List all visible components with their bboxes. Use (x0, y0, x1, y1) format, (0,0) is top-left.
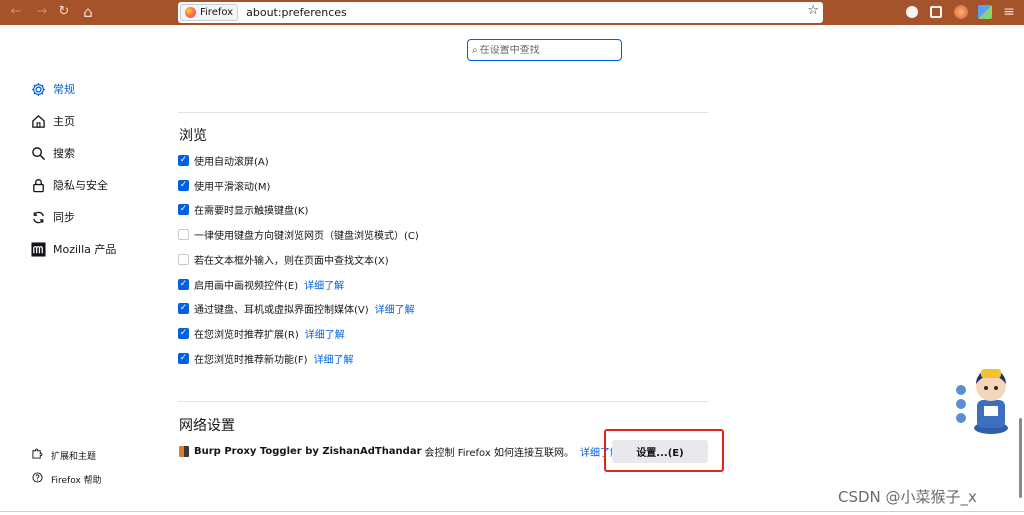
learn-more-link[interactable]: 详细了解 (375, 301, 415, 316)
mozilla-icon (30, 241, 46, 257)
checkbox-checked[interactable]: ✓ (178, 302, 189, 314)
watermark-text: CSDN @小菜猴子_x (838, 488, 977, 506)
url-text[interactable]: about:preferences (246, 6, 347, 19)
scrollbar-thumb[interactable] (1019, 418, 1022, 498)
search-icon (30, 145, 46, 161)
checkbox-label: 在需要时显示触摸键盘(K) (194, 205, 309, 217)
sidebar-item-home[interactable]: 主页 (30, 113, 75, 129)
sidebar-item-label: 主页 (53, 115, 75, 128)
sidebar-item-label: Mozilla 产品 (53, 243, 117, 256)
forward-icon[interactable]: → (33, 3, 51, 21)
reload-icon[interactable]: ↻ (55, 3, 73, 21)
sidebar-item-addons-themes[interactable]: 扩展和主题 (31, 448, 96, 462)
gear-icon (30, 81, 46, 97)
checkbox-unchecked[interactable] (178, 253, 189, 265)
checkbox-label: 若在文本框外输入，则在页面中查找文本(X) (194, 255, 389, 267)
firefox-logo-icon (185, 7, 196, 18)
checkbox-unchecked[interactable] (178, 228, 189, 240)
sidebar-item-label: Firefox 帮助 (51, 475, 102, 486)
browsing-option-row[interactable]: ✓ 通过键盘、耳机或虚拟界面控制媒体(V) 详细了解 (178, 301, 415, 316)
browsing-option-row[interactable]: 若在文本框外输入，则在页面中查找文本(X) (178, 252, 389, 267)
extension-name: Burp Proxy Toggler by ZishanAdThandar (194, 446, 422, 457)
browsing-option-row[interactable]: ✓ 在您浏览时推荐扩展(R) 详细了解 (178, 326, 345, 341)
checkbox-label: 在您浏览时推荐扩展(R) (194, 329, 299, 341)
sidebar-item-mozilla-products[interactable]: Mozilla 产品 (30, 241, 116, 257)
checkbox-checked[interactable]: ✓ (178, 352, 189, 364)
identity-box[interactable]: Firefox (180, 4, 239, 21)
menu-icon[interactable]: ≡ (1000, 3, 1018, 21)
url-bar[interactable]: Firefox about:preferences ☆ (178, 2, 823, 23)
connection-settings-button[interactable]: 设置...(E) (612, 440, 708, 463)
sidebar-item-general[interactable]: 常规 (30, 81, 75, 97)
browsing-option-row[interactable]: ✓ 使用平滑滚动(M) (178, 178, 271, 193)
lock-icon (30, 177, 46, 193)
checkbox-checked[interactable]: ✓ (178, 327, 189, 339)
sidebar-item-label: 常规 (53, 83, 75, 96)
checkbox-label: 通过键盘、耳机或虚拟界面控制媒体(V) (194, 304, 369, 316)
browsing-option-row[interactable]: ✓ 在您浏览时推荐新功能(F) 详细了解 (178, 351, 354, 366)
sidebar-item-search[interactable]: 搜索 (30, 145, 75, 161)
back-icon[interactable]: ← (7, 3, 25, 21)
network-heading: 网络设置 (179, 418, 235, 434)
checkbox-label: 一律使用键盘方向键浏览网页（键盘浏览模式）(C) (194, 230, 419, 242)
crop-icon[interactable] (930, 6, 942, 18)
checkbox-label: 使用平滑滚动(M) (194, 181, 271, 193)
identity-label: Firefox (200, 7, 234, 18)
home-icon (30, 113, 46, 129)
sidebar-item-label: 同步 (53, 211, 75, 224)
checkbox-checked[interactable]: ✓ (178, 154, 189, 166)
section-divider (178, 401, 708, 402)
mascot-image (955, 364, 1017, 436)
network-extension-notice: Burp Proxy Toggler by ZishanAdThandar 会控… (179, 444, 620, 459)
section-divider (178, 112, 708, 113)
checkbox-label: 使用自动滚屏(A) (194, 156, 269, 168)
search-input[interactable] (479, 44, 610, 56)
sidebar-item-label: 搜索 (53, 147, 75, 160)
browsing-option-row[interactable]: 一律使用键盘方向键浏览网页（键盘浏览模式）(C) (178, 227, 419, 242)
checkbox-checked[interactable]: ✓ (178, 203, 189, 215)
sidebar-item-sync[interactable]: 同步 (30, 209, 75, 225)
checkbox-checked[interactable]: ✓ (178, 179, 189, 191)
bottom-border (0, 511, 1024, 512)
navigation-toolbar: ← → ↻ ⌂ Firefox about:preferences ☆ ≡ (0, 0, 1024, 25)
checkbox-label: 启用画中画视频控件(E) (194, 280, 299, 292)
learn-more-link[interactable]: 详细了解 (305, 326, 345, 341)
browsing-option-row[interactable]: ✓ 在需要时显示触摸键盘(K) (178, 202, 309, 217)
addon-icon[interactable] (954, 5, 968, 19)
settings-search[interactable]: ⌕ (467, 39, 622, 61)
sidebar-item-label: 扩展和主题 (51, 451, 97, 462)
sidebar-item-firefox-help[interactable]: Firefox 帮助 (31, 472, 102, 486)
checkbox-checked[interactable]: ✓ (178, 278, 189, 290)
browsing-heading: 浏览 (179, 128, 207, 144)
addon-grid-icon[interactable] (978, 5, 992, 19)
bookmark-star-icon[interactable]: ☆ (807, 3, 819, 18)
puzzle-icon (31, 448, 43, 462)
extension-icon[interactable] (906, 6, 918, 18)
search-icon: ⌕ (472, 44, 478, 56)
help-icon (31, 472, 43, 486)
sync-icon (30, 209, 46, 225)
checkbox-label: 在您浏览时推荐新功能(F) (194, 354, 308, 366)
learn-more-link[interactable]: 详细了解 (304, 277, 344, 292)
browsing-option-row[interactable]: ✓ 启用画中画视频控件(E) 详细了解 (178, 277, 344, 292)
browsing-option-row[interactable]: ✓ 使用自动滚屏(A) (178, 153, 269, 168)
home-icon[interactable]: ⌂ (79, 3, 97, 21)
sidebar-item-label: 隐私与安全 (53, 179, 108, 192)
burp-extension-icon (179, 446, 189, 457)
extension-notice-text: 会控制 Firefox 如何连接互联网。 (424, 448, 574, 459)
sidebar-item-privacy[interactable]: 隐私与安全 (30, 177, 108, 193)
learn-more-link[interactable]: 详细了解 (314, 351, 354, 366)
